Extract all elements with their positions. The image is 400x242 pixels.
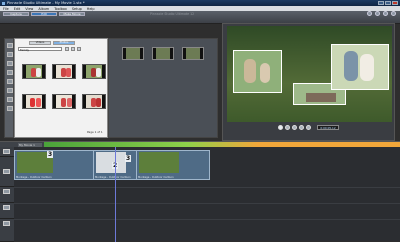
menu-edit[interactable]: Edit — [14, 7, 21, 11]
play-icon[interactable] — [292, 125, 297, 130]
timecode-display[interactable]: 0:00:05.12 — [317, 125, 339, 130]
app-icon — [2, 1, 5, 5]
folder-icon[interactable] — [65, 47, 69, 51]
page-indicator: Page 1 of 1 — [87, 130, 103, 134]
redo-icon[interactable] — [375, 11, 380, 16]
go-end-icon[interactable] — [306, 125, 311, 130]
clip-thumbnail[interactable] — [182, 47, 204, 60]
preview-player: 0:00:05.12 — [222, 23, 395, 141]
menu-view[interactable]: View — [25, 7, 33, 11]
timeline-ruler[interactable] — [44, 142, 400, 147]
tab-photos[interactable]: Photos — [53, 41, 75, 45]
timeline: My Movie 1 Montage - Outdoor Cartoon Mon… — [0, 141, 400, 242]
track-header-title[interactable] — [0, 187, 14, 203]
fast-forward-icon[interactable] — [299, 125, 304, 130]
fullscreen-icon[interactable] — [391, 11, 396, 16]
film-icon — [3, 169, 10, 174]
photo-thumbnail[interactable] — [22, 64, 46, 79]
clip-label: Montage - Outdoor Cartoon — [95, 176, 131, 179]
rewind-icon[interactable] — [285, 125, 290, 130]
camera-icon — [3, 149, 10, 154]
album-tool-rail — [4, 38, 14, 138]
menu-album[interactable]: Album — [38, 7, 49, 11]
category-select[interactable]: Family — [18, 47, 62, 52]
track-header-music[interactable] — [0, 219, 14, 242]
disc-menus-icon[interactable] — [7, 88, 13, 93]
timeline-clip[interactable]: Montage - Outdoor Cartoon — [14, 150, 94, 180]
speaker-icon — [3, 205, 10, 210]
sound-effects-icon[interactable] — [7, 97, 13, 102]
music-icon[interactable] — [7, 106, 13, 111]
photo-thumbnail[interactable] — [52, 94, 76, 109]
photo-thumbnail[interactable] — [82, 64, 106, 79]
clip-strip — [108, 38, 218, 138]
photo-thumbnail[interactable] — [22, 94, 46, 109]
view-icon[interactable] — [77, 47, 81, 51]
undo-icon[interactable] — [367, 11, 372, 16]
menu-file[interactable]: File — [3, 7, 9, 11]
window-title: Pinnacle Studio Ultimate - My Movie 1.st… — [7, 1, 85, 5]
menu-setup[interactable]: Setup — [72, 7, 82, 11]
menu-toolbox[interactable]: Toolbox — [54, 7, 67, 11]
maximize-icon[interactable] — [385, 1, 391, 5]
track-header-video[interactable] — [0, 147, 14, 157]
menu-help[interactable]: Help — [87, 7, 95, 11]
preview-screen — [227, 26, 392, 122]
tab-edit[interactable]: Edit — [31, 12, 57, 16]
help-icon[interactable] — [383, 11, 388, 16]
tab-videos[interactable]: Videos — [29, 41, 51, 45]
themes-icon[interactable] — [7, 61, 13, 66]
photo-thumbnail[interactable] — [52, 64, 76, 79]
transitions-icon[interactable] — [7, 52, 13, 57]
clip-label: Montage - Outdoor Cartoon — [16, 176, 52, 179]
music-note-icon — [3, 221, 10, 226]
clip-thumbnail[interactable] — [152, 47, 174, 60]
playhead[interactable] — [115, 147, 116, 242]
transition-number[interactable]: 3 — [47, 151, 54, 158]
project-title: My Movie 1 — [18, 142, 42, 147]
close-icon[interactable] — [392, 1, 398, 5]
tab-capture[interactable]: Capture — [3, 12, 29, 16]
album-panel: Videos Photos Family Page 1 of 1 — [14, 38, 108, 138]
clip-label: Montage - Outdoor Cartoon — [138, 176, 174, 179]
product-brand: Pinnacle Studio Ultimate 12 — [150, 12, 195, 16]
track-header-main[interactable] — [0, 157, 14, 187]
clip-thumbnail[interactable] — [122, 47, 144, 60]
montage-photo — [331, 44, 389, 90]
montage-photo — [233, 50, 282, 93]
transition-number[interactable]: 3 — [125, 155, 132, 162]
timeline-clip[interactable]: Montage - Outdoor Cartoon — [136, 150, 210, 180]
video-album-icon[interactable] — [7, 43, 13, 48]
minimize-icon[interactable] — [378, 1, 384, 5]
photos-icon[interactable] — [7, 79, 13, 84]
track-header-audio[interactable] — [0, 203, 14, 219]
timeline-header: My Movie 1 — [0, 142, 400, 147]
tab-make-movie[interactable]: Make Movie — [59, 12, 85, 16]
go-start-icon[interactable] — [278, 125, 283, 130]
refresh-icon[interactable] — [71, 47, 75, 51]
photo-thumbnail[interactable] — [82, 94, 106, 109]
title-icon — [3, 189, 10, 194]
titles-icon[interactable] — [7, 70, 13, 75]
